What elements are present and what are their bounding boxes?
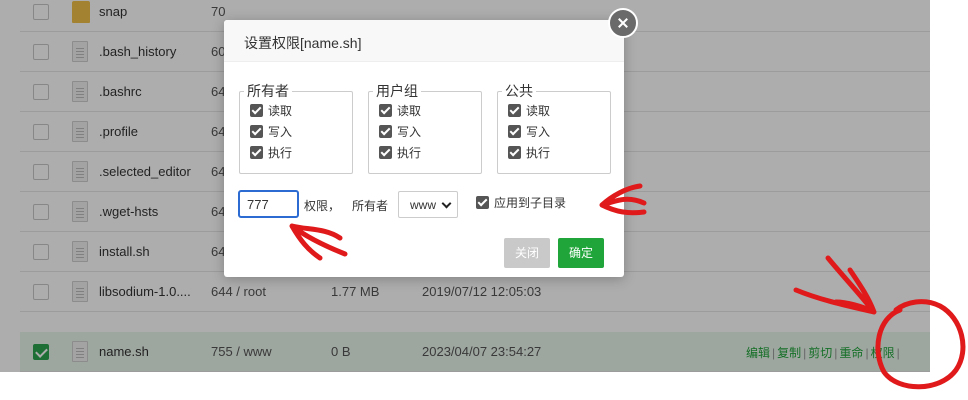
public-write-checkbox[interactable]: 写入 — [508, 122, 600, 143]
checkbox-checked-icon[interactable] — [379, 104, 392, 117]
checkbox-checked-icon[interactable] — [508, 104, 521, 117]
group-write-checkbox[interactable]: 写入 — [379, 122, 471, 143]
permission-dialog: 设置权限[name.sh] 所有者 读取 写入 执行 用户组 读取 写入 执行 … — [224, 8, 638, 277]
checkbox-checked-icon[interactable] — [379, 125, 392, 138]
checkbox-checked-icon[interactable] — [508, 125, 521, 138]
public-read-checkbox[interactable]: 读取 — [508, 101, 600, 122]
group-permission-group: 用户组 读取 写入 执行 — [368, 81, 482, 174]
owner-select-value: www — [410, 198, 436, 212]
public-permission-group: 公共 读取 写入 执行 — [497, 81, 611, 174]
dialog-title: 设置权限[name.sh] — [224, 20, 624, 62]
checkbox-label: 执行 — [268, 146, 293, 160]
permission-label: 权限， — [304, 199, 341, 213]
checkbox-checked-icon[interactable] — [476, 196, 489, 209]
owner-select[interactable]: www — [398, 191, 458, 218]
checkbox-checked-icon[interactable] — [508, 146, 521, 159]
close-button[interactable]: 关闭 — [504, 238, 550, 268]
owner-read-checkbox[interactable]: 读取 — [250, 101, 342, 122]
checkbox-label: 执行 — [397, 146, 422, 160]
checkbox-label: 应用到子目录 — [494, 196, 567, 210]
chevron-down-icon — [441, 198, 452, 209]
checkbox-label: 写入 — [268, 125, 293, 139]
checkbox-checked-icon[interactable] — [250, 104, 263, 117]
owner-exec-checkbox[interactable]: 执行 — [250, 143, 342, 164]
checkbox-checked-icon[interactable] — [250, 146, 263, 159]
checkbox-label: 读取 — [397, 104, 422, 118]
owner-write-checkbox[interactable]: 写入 — [250, 122, 342, 143]
checkbox-label: 执行 — [526, 146, 551, 160]
checkbox-label: 写入 — [397, 125, 422, 139]
checkbox-checked-icon[interactable] — [379, 146, 392, 159]
file-manager: snap 70 .bash_history 60 .bashrc 64 .pro… — [0, 0, 968, 400]
group-legend: 所有者 — [247, 83, 289, 99]
confirm-button[interactable]: 确定 — [558, 238, 604, 268]
owner-label: 所有者 — [352, 199, 389, 213]
permission-number-input[interactable] — [238, 190, 299, 218]
checkbox-label: 写入 — [526, 125, 551, 139]
group-exec-checkbox[interactable]: 执行 — [379, 143, 471, 164]
checkbox-label: 读取 — [268, 104, 293, 118]
apply-subdirectories-checkbox[interactable]: 应用到子目录 — [476, 193, 566, 214]
checkbox-checked-icon[interactable] — [250, 125, 263, 138]
group-legend: 用户组 — [376, 83, 418, 99]
group-legend: 公共 — [505, 83, 533, 99]
checkbox-label: 读取 — [526, 104, 551, 118]
close-icon[interactable] — [608, 8, 638, 38]
group-read-checkbox[interactable]: 读取 — [379, 101, 471, 122]
public-exec-checkbox[interactable]: 执行 — [508, 143, 600, 164]
owner-permission-group: 所有者 读取 写入 执行 — [239, 81, 353, 174]
